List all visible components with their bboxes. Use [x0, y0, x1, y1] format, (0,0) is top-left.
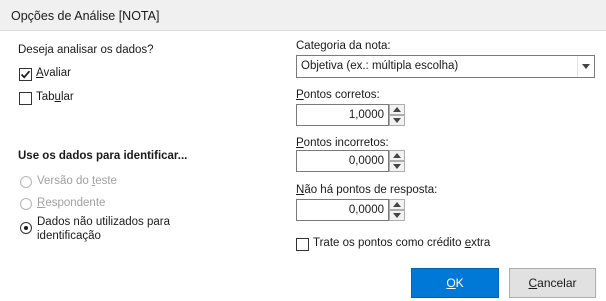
cancel-button[interactable]: Cancelar: [509, 268, 596, 298]
versao-teste-label: Versão do teste: [37, 175, 117, 187]
correct-points-up-button[interactable]: [389, 104, 405, 115]
identify-heading: Use os dados para identificar...: [18, 150, 188, 162]
no-response-points-down-button[interactable]: [389, 210, 405, 221]
correct-points-down-button[interactable]: [389, 115, 405, 126]
category-select-value: Objetiva (ex.: múltipla escolha): [301, 60, 459, 72]
incorrect-points-input[interactable]: 0,0000: [296, 150, 389, 172]
category-label: Categoria da nota:: [296, 40, 391, 52]
arrow-up-icon: [393, 202, 401, 207]
incorrect-points-label: Pontos incorretos:: [296, 137, 389, 149]
arrow-up-icon: [393, 153, 401, 158]
arrow-down-icon: [393, 213, 401, 218]
incorrect-points-down-button[interactable]: [389, 161, 405, 172]
correct-points-input[interactable]: 1,0000: [296, 104, 389, 126]
title-bar: Opções de Análise [NOTA]: [0, 0, 606, 31]
incorrect-points-up-button[interactable]: [389, 150, 405, 161]
extra-credit-label[interactable]: Trate os pontos como crédito extra: [313, 237, 490, 249]
no-response-points-up-button[interactable]: [389, 199, 405, 210]
avaliar-label[interactable]: Avaliar: [36, 67, 71, 79]
tabular-checkbox[interactable]: [19, 92, 32, 105]
category-select-dropdown-button[interactable]: [577, 56, 594, 77]
no-response-points-label: Não há pontos de resposta:: [296, 184, 438, 196]
dados-nao-utilizados-label-line2[interactable]: identificação: [37, 230, 101, 242]
analyze-heading: Deseja analisar os dados?: [18, 44, 154, 56]
no-response-points-stepper[interactable]: 0,0000: [296, 199, 406, 221]
incorrect-points-stepper[interactable]: 0,0000: [296, 150, 406, 172]
avaliar-checkbox[interactable]: [19, 68, 32, 81]
correct-points-stepper[interactable]: 1,0000: [296, 104, 406, 126]
dados-nao-utilizados-radio[interactable]: [20, 222, 32, 234]
arrow-down-icon: [393, 164, 401, 169]
chevron-down-icon: [582, 64, 590, 69]
correct-points-label: Pontos corretos:: [296, 89, 380, 101]
versao-teste-radio[interactable]: [20, 176, 32, 188]
radio-selected-dot: [24, 226, 28, 230]
respondente-radio[interactable]: [20, 198, 32, 210]
arrow-down-icon: [393, 118, 401, 123]
arrow-up-icon: [393, 107, 401, 112]
extra-credit-checkbox[interactable]: [296, 238, 309, 251]
ok-button[interactable]: OK: [411, 268, 499, 298]
window-title: Opções de Análise [NOTA]: [11, 9, 160, 23]
category-select[interactable]: Objetiva (ex.: múltipla escolha): [296, 55, 595, 78]
respondente-label: Respondente: [37, 197, 106, 209]
dados-nao-utilizados-label-line1[interactable]: Dados não utilizados para: [37, 216, 170, 228]
check-mark-icon: [20, 70, 31, 79]
tabular-label[interactable]: Tabular: [36, 91, 74, 103]
no-response-points-input[interactable]: 0,0000: [296, 199, 389, 221]
